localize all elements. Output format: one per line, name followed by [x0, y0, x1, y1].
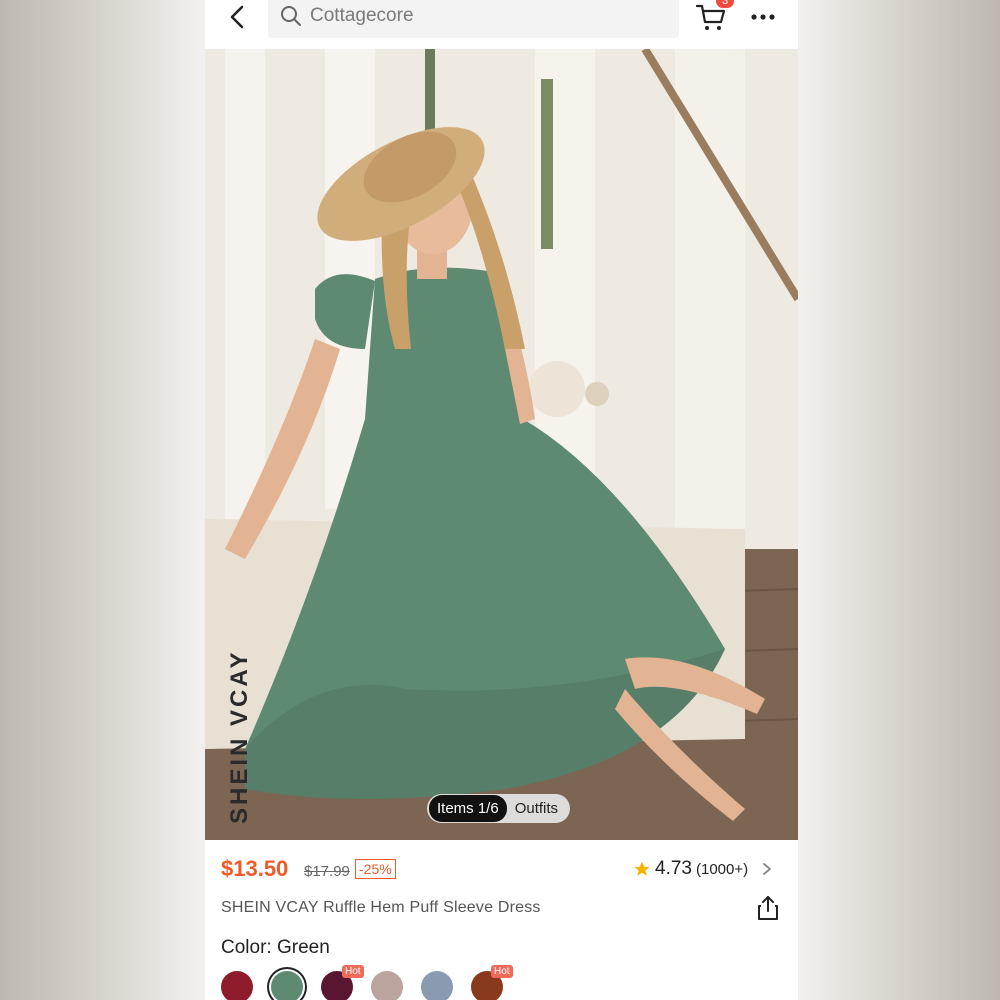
tab-outfits[interactable]: Outfits: [509, 800, 570, 817]
swatch-dusty-pink[interactable]: [371, 971, 403, 1000]
product-image[interactable]: SHEIN VCAY Items 1/6 Outfits: [205, 49, 798, 840]
phone-screen: Cottagecore 3 SHEIN VCAY Items 1/6 Outfi…: [205, 0, 798, 1000]
hot-tag: Hot: [491, 965, 513, 978]
product-photo-illustration: [205, 49, 798, 840]
svg-text:SHEIN VCAY: SHEIN VCAY: [226, 650, 253, 825]
hot-tag: Hot: [342, 965, 364, 978]
product-title: SHEIN VCAY Ruffle Hem Puff Sleeve Dress: [221, 899, 541, 916]
rating-value: 4.73: [655, 858, 692, 879]
color-label: Color: Green: [221, 937, 330, 958]
swatch-green[interactable]: [271, 971, 303, 1000]
gallery-tabs: Items 1/6 Outfits: [427, 794, 571, 823]
product-info: $13.50 $17.99 -25% 4.73 (1000+) SHEIN VC…: [205, 840, 798, 1000]
sale-price: $13.50: [221, 856, 289, 881]
review-count: (1000+): [695, 860, 749, 878]
search-input[interactable]: Cottagecore: [268, 0, 679, 38]
brand-watermark: SHEIN VCAY: [226, 650, 253, 825]
search-icon: [281, 6, 301, 26]
top-bar: Cottagecore 3: [205, 0, 798, 48]
chevron-right-icon: [763, 863, 772, 875]
more-icon[interactable]: [750, 8, 776, 26]
original-price: $17.99: [304, 863, 350, 880]
search-placeholder: Cottagecore: [310, 5, 414, 26]
tab-items[interactable]: Items 1/6: [429, 795, 507, 822]
discount-badge: -25%: [355, 859, 396, 879]
star-icon: [634, 861, 650, 876]
swatch-burgundy[interactable]: [221, 971, 253, 1000]
swatch-dusty-blue[interactable]: [421, 971, 453, 1000]
cart-badge: 3: [716, 0, 734, 8]
rating-summary[interactable]: 4.73 (1000+): [633, 858, 774, 880]
share-icon[interactable]: [756, 895, 780, 921]
back-arrow-icon[interactable]: [225, 4, 251, 30]
